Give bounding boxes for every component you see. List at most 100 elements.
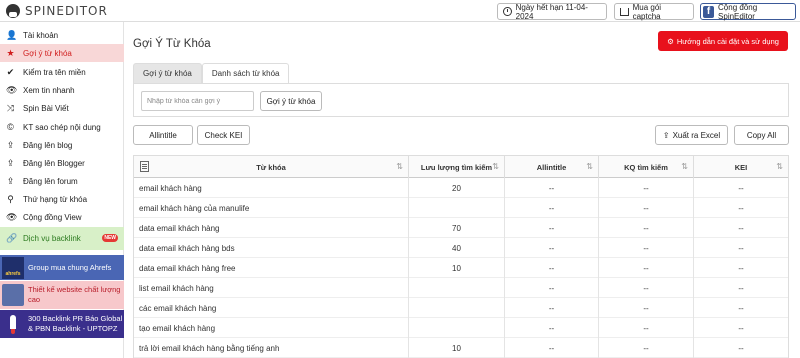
cell-results: -- <box>599 338 694 358</box>
sort-icon[interactable]: ⇅ <box>396 162 403 171</box>
cell-kei: -- <box>738 263 744 273</box>
sort-icon[interactable]: ⇅ <box>776 162 783 171</box>
cell-kei: -- <box>738 303 744 313</box>
sidebar-item-label: Thứ hạng từ khóa <box>23 194 88 204</box>
sidebar-item-post-blog[interactable]: ⇪ Đăng lên blog <box>0 136 124 154</box>
sidebar-item-keyword-suggest[interactable]: ★ Gợi ý từ khóa <box>0 44 124 62</box>
sidebar-item-community-view[interactable]: 👁 Cộng đồng View <box>0 208 124 226</box>
column-header-allintitle[interactable]: Allintitle ⇅ <box>505 156 599 178</box>
facebook-icon: f <box>703 5 715 18</box>
sidebar-item-label: Xem tin nhanh <box>23 85 75 95</box>
suggest-keyword-button[interactable]: Gợi ý từ khóa <box>260 91 322 111</box>
cell-volume: 70 <box>409 218 505 238</box>
header-label: Từ khóa <box>256 162 286 172</box>
community-label: Cộng đồng SpinEditor <box>718 2 758 21</box>
cell-kei: -- <box>738 183 744 193</box>
eye-icon: 👁 <box>6 84 18 95</box>
page-title: Gợi Ý Từ Khóa <box>133 38 211 50</box>
sidebar-item-label: Cộng đồng View <box>23 212 82 222</box>
sort-icon[interactable]: ⇅ <box>492 162 499 171</box>
buy-captcha-button[interactable]: Mua gói captcha <box>614 3 694 21</box>
promo-website-banner[interactable]: Thiết kế website chất lượng cao <box>0 281 124 309</box>
table-row[interactable]: data email khách hàng 70 -- -- -- <box>134 218 788 238</box>
table-header: Từ khóa ⇅ Lưu lượng tìm kiếm ⇅ Allintitl… <box>134 156 788 178</box>
app-logo[interactable]: SPINEDITOR <box>6 3 108 19</box>
promo-ahrefs-label: Group mua chung Ahrefs <box>28 262 112 272</box>
community-button[interactable]: f Cộng đồng SpinEditor <box>700 2 796 21</box>
cell-keyword: email khách hàng của manulife <box>134 198 409 218</box>
sidebar-item-quick-news[interactable]: 👁 Xem tin nhanh <box>0 81 124 99</box>
table-row[interactable]: email khách hàng 20 -- -- -- <box>134 178 788 198</box>
header-label: KQ tìm kiếm <box>624 162 668 172</box>
cart-icon <box>620 7 629 16</box>
table-row[interactable]: data email khách hàng free 10 -- -- -- <box>134 258 788 278</box>
sidebar-item-label: Đăng lên Blogger <box>23 158 85 168</box>
table-row[interactable]: trả lời email khách hàng bằng tiếng anh … <box>134 338 788 358</box>
cell-keyword: trả lời email khách hàng bằng tiếng anh <box>134 338 409 358</box>
check-kei-button[interactable]: Check KEI <box>197 125 250 145</box>
gear-icon: ⚙ <box>667 36 674 46</box>
export-icon: ⇪ <box>662 130 670 140</box>
website-thumbnail-icon <box>2 284 24 306</box>
cell-results: -- <box>599 318 694 338</box>
cell-allintitle: -- <box>505 218 599 238</box>
sidebar: 👤 Tài khoản ★ Gợi ý từ khóa ✔ Kiểm tra t… <box>0 22 124 358</box>
sidebar-item-backlink-service[interactable]: 🔗 Dịch vụ backlink NEW <box>0 227 124 250</box>
column-header-results[interactable]: KQ tìm kiếm ⇅ <box>599 156 694 178</box>
column-header-kei[interactable]: KEI ⇅ <box>694 156 788 178</box>
sidebar-item-keyword-rank[interactable]: ⚲ Thứ hạng từ khóa <box>0 190 124 208</box>
sidebar-item-plagiarism-check[interactable]: © KT sao chép nội dung <box>0 118 124 136</box>
cell-volume: 10 <box>409 258 505 278</box>
check-icon: ✔ <box>6 66 15 77</box>
rocket-icon <box>2 313 24 335</box>
promo-uptopz-banner[interactable]: 300 Backlink PR Báo Global & PBN Backlin… <box>0 310 124 338</box>
tab-keyword-list[interactable]: Danh sách từ khóa <box>201 63 290 83</box>
promo-ahrefs-banner[interactable]: ahrefs Group mua chung Ahrefs <box>0 255 124 280</box>
cell-volume: 20 <box>409 178 505 198</box>
cell-keyword: email khách hàng <box>134 178 409 198</box>
cell-kei: -- <box>738 283 744 293</box>
cell-allintitle: -- <box>505 238 599 258</box>
help-guide-label: Hướng dẫn cài đặt và sử dụng <box>676 36 779 46</box>
expire-date-button[interactable]: Ngày hết hạn 11-04-2024 <box>497 2 607 21</box>
expire-label: Ngày hết hạn 11-04-2024 <box>515 2 588 21</box>
sidebar-item-account[interactable]: 👤 Tài khoản <box>0 26 124 44</box>
header-label: Allintitle <box>536 162 567 172</box>
sidebar-item-post-forum[interactable]: ⇪ Đăng lên forum <box>0 172 124 190</box>
cell-keyword: data email khách hàng free <box>134 258 409 278</box>
upload-icon: ⇪ <box>6 157 15 168</box>
promo-backlink-label: 300 Backlink PR Báo Global & PBN Backlin… <box>28 314 123 333</box>
cell-allintitle: -- <box>505 338 599 358</box>
cell-results: -- <box>599 218 694 238</box>
star-icon: ★ <box>6 47 15 58</box>
column-header-keyword[interactable]: Từ khóa ⇅ <box>134 156 409 178</box>
copy-all-button[interactable]: Copy All <box>734 125 789 145</box>
sidebar-item-spin-article[interactable]: ⤨ Spin Bài Viết <box>0 99 124 117</box>
sort-icon[interactable]: ⇅ <box>586 162 593 171</box>
tab-keyword-suggest[interactable]: Gợi ý từ khóa <box>133 63 202 83</box>
user-icon: 👤 <box>6 29 18 40</box>
table-row[interactable]: các email khách hàng -- -- -- <box>134 298 788 318</box>
allintitle-button[interactable]: Allintitle <box>133 125 193 145</box>
table-row[interactable]: data email khách hàng bds 40 -- -- -- <box>134 238 788 258</box>
upload-icon: ⇪ <box>6 175 15 186</box>
cell-allintitle: -- <box>505 278 599 298</box>
sidebar-item-post-blogger[interactable]: ⇪ Đăng lên Blogger <box>0 154 124 172</box>
table-row[interactable]: list email khách hàng -- -- -- <box>134 278 788 298</box>
export-label: Xuất ra Excel <box>672 130 721 140</box>
clock-icon <box>503 7 512 16</box>
keyword-search-input[interactable] <box>141 91 254 111</box>
cell-kei: -- <box>738 343 744 353</box>
sidebar-item-label: Spin Bài Viết <box>23 103 69 113</box>
cell-results: -- <box>599 238 694 258</box>
export-excel-button[interactable]: ⇪ Xuất ra Excel <box>655 125 728 145</box>
cell-allintitle: -- <box>505 298 599 318</box>
sidebar-item-label: Đăng lên forum <box>23 176 78 186</box>
table-row[interactable]: tạo email khách hàng -- -- -- <box>134 318 788 338</box>
column-header-volume[interactable]: Lưu lượng tìm kiếm ⇅ <box>409 156 505 178</box>
sort-icon[interactable]: ⇅ <box>681 162 688 171</box>
table-row[interactable]: email khách hàng của manulife -- -- -- <box>134 198 788 218</box>
document-icon[interactable] <box>140 161 149 172</box>
help-guide-button[interactable]: ⚙ Hướng dẫn cài đặt và sử dụng <box>658 31 788 51</box>
sidebar-item-domain-check[interactable]: ✔ Kiểm tra tên miền <box>0 63 124 81</box>
